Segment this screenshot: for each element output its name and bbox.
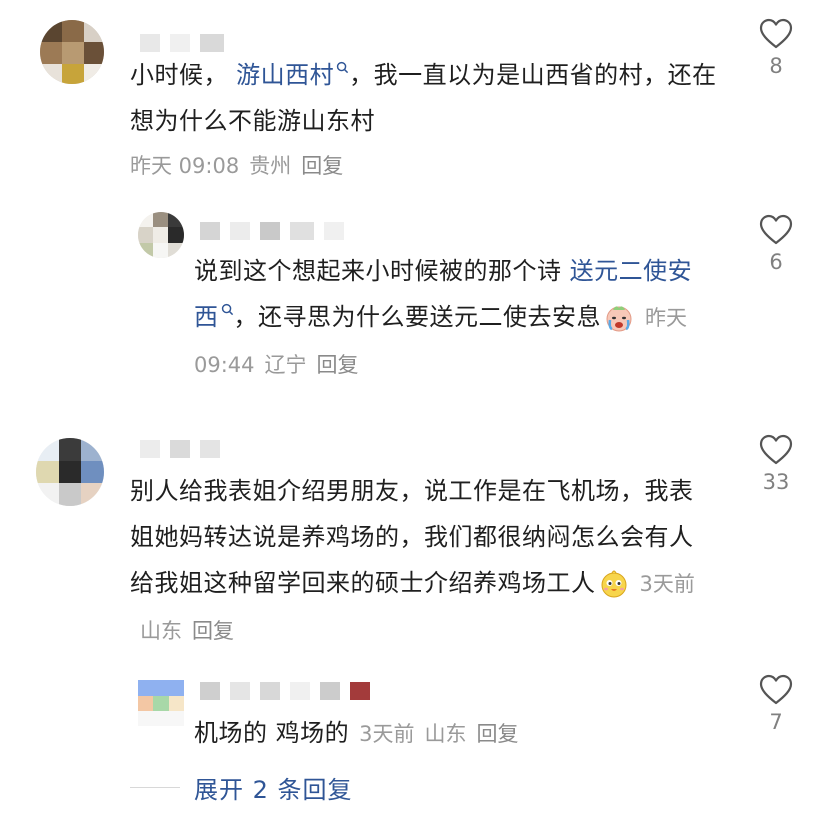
chick-face-icon <box>601 570 626 598</box>
reply-button[interactable]: 回复 <box>192 619 234 643</box>
comment-text-part: 说到这个想起来小时候被的那个诗 <box>194 257 562 285</box>
reply-button[interactable]: 回复 <box>477 722 519 746</box>
comment-time: 3天前 <box>639 572 695 596</box>
heart-icon <box>759 18 793 49</box>
like-button[interactable]: 33 <box>752 434 800 494</box>
comment-text: 说到这个想起来小时候被的那个诗 送元二使安西 ，还寻思为什么要送元二使去安息 昨天 … <box>194 248 714 388</box>
heart-icon <box>759 674 793 705</box>
divider <box>130 787 180 788</box>
avatar[interactable] <box>138 680 184 726</box>
comment-location: 山东 <box>424 722 467 746</box>
comment-text-part: 小时候， <box>130 61 228 89</box>
search-icon <box>336 61 349 74</box>
search-icon <box>221 303 233 316</box>
like-count: 7 <box>769 710 783 734</box>
comment-location: 辽宁 <box>264 353 307 377</box>
like-button[interactable]: 6 <box>752 214 800 274</box>
username[interactable] <box>140 34 224 52</box>
username[interactable] <box>200 222 344 240</box>
heart-icon <box>759 214 793 245</box>
reply-button[interactable]: 回复 <box>301 154 343 178</box>
comment-text-part: 机场的 鸡场的 <box>194 719 350 747</box>
comment-location: 山东 <box>140 619 182 643</box>
like-button[interactable]: 7 <box>752 674 800 734</box>
avatar[interactable] <box>36 438 104 506</box>
comment-text: 小时候， 游山西村 ，我一直以为是山西省的村，还在想为什么不能游山东村 <box>130 52 720 144</box>
crying-face-icon <box>606 306 632 332</box>
comment-meta: 昨天 09:08 贵州 回复 <box>120 142 343 189</box>
comment-time: 3天前 <box>359 722 415 746</box>
avatar[interactable] <box>40 20 104 84</box>
like-button[interactable]: 8 <box>752 18 800 78</box>
username[interactable] <box>140 440 220 458</box>
reply-button[interactable]: 回复 <box>317 353 359 377</box>
comment-text-part: ，还寻思为什么要送元二使去安息 <box>233 303 601 331</box>
comment-text: 机场的 鸡场的 3天前 山东 回复 <box>194 710 714 757</box>
expand-replies-button[interactable]: 展开 2 条回复 <box>130 770 353 805</box>
comment-location: 贵州 <box>249 154 292 178</box>
comment-time: 昨天 09:08 <box>130 154 240 178</box>
avatar[interactable] <box>138 212 184 258</box>
expand-replies-label[interactable]: 展开 2 条回复 <box>194 770 353 805</box>
username[interactable] <box>200 682 370 700</box>
like-count: 8 <box>769 54 783 78</box>
comment-text: 别人给我表姐介绍男朋友，说工作是在飞机场，我表姐她妈转达说是养鸡场的，我们都很纳… <box>130 468 710 654</box>
like-count: 33 <box>762 470 790 494</box>
heart-icon <box>759 434 793 465</box>
like-count: 6 <box>769 250 783 274</box>
topic-link[interactable]: 游山西村 <box>236 61 349 89</box>
